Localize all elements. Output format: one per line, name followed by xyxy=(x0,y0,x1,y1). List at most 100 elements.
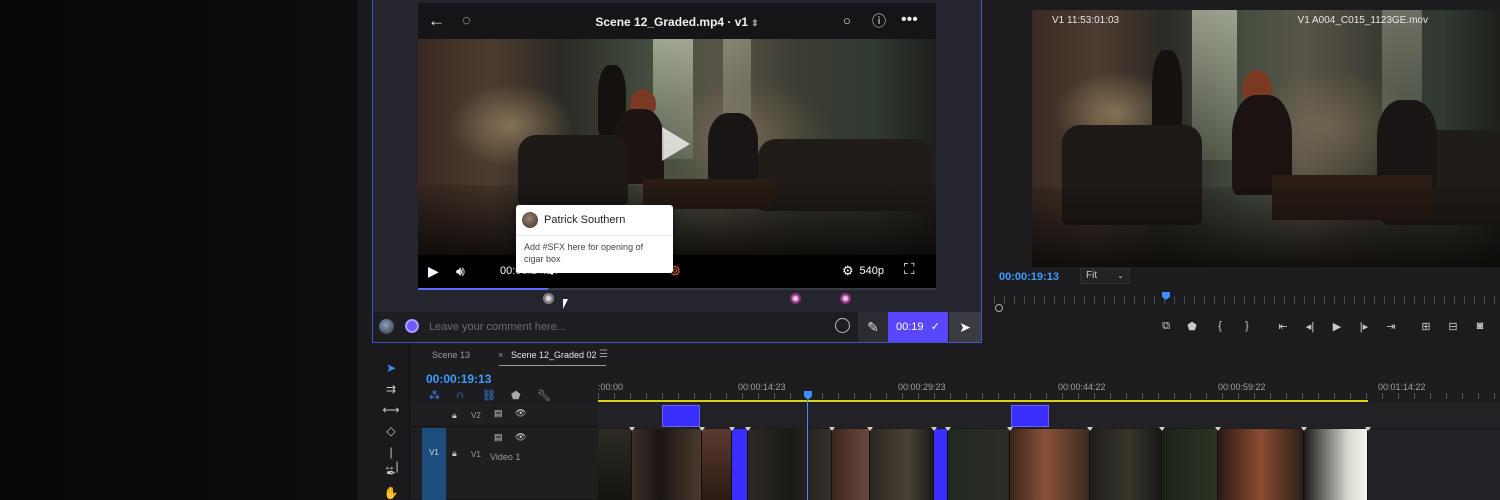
lock-icon[interactable]: 🔒︎ xyxy=(452,448,457,459)
player-controls: ▶ 🔊︎ 00:00:14:14 ⊚ ⚙ 540p ⛶ xyxy=(418,255,936,288)
video-clip[interactable] xyxy=(702,429,732,500)
ripple-edit-tool-icon[interactable]: ⟷ xyxy=(382,403,400,419)
divider xyxy=(516,235,673,236)
add-marker-icon[interactable]: ⬟ xyxy=(1184,320,1200,333)
step-forward-icon[interactable]: |▸ xyxy=(1356,320,1372,333)
track-header-v1: V1 🔒︎ V1 ▤ 👁︎ Video 1 xyxy=(410,428,598,500)
edit-point-marker xyxy=(1215,427,1221,431)
video-clip[interactable] xyxy=(870,429,934,500)
video-clip[interactable] xyxy=(1218,429,1304,500)
work-area-bar[interactable] xyxy=(598,400,1368,402)
send-button[interactable]: ➤ xyxy=(949,312,981,342)
close-tab-icon[interactable]: × xyxy=(498,350,503,360)
video-clip[interactable] xyxy=(598,429,632,500)
ruler-label: 00:00:29:23 xyxy=(898,382,946,392)
comment-popup[interactable]: Patrick Southern Add #SFX here for openi… xyxy=(516,205,673,273)
timecode-toggle-button[interactable]: 00:19 ✓ xyxy=(888,312,948,342)
privacy-toggle-icon[interactable] xyxy=(405,319,419,333)
comment-clip-v1[interactable] xyxy=(732,429,748,500)
play-icon[interactable]: ▶ xyxy=(1329,320,1345,333)
time-ruler[interactable] xyxy=(598,393,1498,399)
video-clip[interactable] xyxy=(1304,429,1368,500)
version-switch-icon[interactable]: ⇕ xyxy=(751,18,759,28)
program-timecode[interactable]: 00:00:19:13 xyxy=(999,271,1059,283)
comment-marker[interactable] xyxy=(790,293,801,304)
video-clip[interactable] xyxy=(1090,429,1162,500)
video-frame[interactable] xyxy=(418,39,936,255)
info-icon[interactable]: ⓘ xyxy=(872,12,886,30)
playhead-line xyxy=(807,400,808,500)
selection-tool-icon[interactable]: ➤ xyxy=(382,361,400,377)
play-icon[interactable]: ▶ xyxy=(428,263,439,280)
video-clip[interactable] xyxy=(748,429,832,500)
edit-point-marker xyxy=(931,427,937,431)
volume-icon[interactable]: 🔊︎ xyxy=(456,263,465,280)
tab-scene-12-graded-02[interactable]: Scene 12_Graded 02 xyxy=(511,350,597,360)
edit-point-marker xyxy=(745,427,751,431)
mark-out-icon[interactable]: } xyxy=(1239,320,1255,332)
comment-input[interactable] xyxy=(429,318,819,336)
play-overlay-icon[interactable] xyxy=(662,127,690,161)
extract-icon[interactable]: ⊟ xyxy=(1445,320,1461,333)
asset-title[interactable]: Scene 12_Graded.mp4 · v1 ⇕ xyxy=(418,15,936,29)
comment-marker[interactable] xyxy=(840,293,851,304)
panel-divider xyxy=(358,0,372,500)
sync-lock-icon[interactable]: ▤ xyxy=(494,432,503,443)
eye-icon[interactable]: 👁︎ xyxy=(515,432,526,443)
edit-point-marker xyxy=(829,427,835,431)
sequence-menu-icon[interactable]: ☰ xyxy=(599,349,608,360)
tab-scene-13[interactable]: Scene 13 xyxy=(432,350,470,360)
lift-icon[interactable]: ⊞ xyxy=(1418,320,1434,333)
draw-brush-button[interactable]: ✎ xyxy=(858,312,888,342)
video-clip[interactable] xyxy=(1010,429,1090,500)
fullscreen-icon[interactable]: ⛶ xyxy=(904,261,915,278)
emoji-icon[interactable] xyxy=(835,318,850,333)
track-select-tool-icon[interactable]: ⇉ xyxy=(382,382,400,398)
player-scrubber[interactable] xyxy=(418,288,936,290)
video-clip[interactable] xyxy=(832,429,870,500)
mark-in-icon[interactable]: { xyxy=(1212,320,1228,332)
track-v2[interactable] xyxy=(598,403,1500,428)
comment-clip[interactable] xyxy=(662,405,700,427)
wrench-icon[interactable]: 🔧︎ xyxy=(537,389,551,402)
compare-icon[interactable]: ⧉ xyxy=(1158,320,1174,333)
program-video[interactable]: V1 11:53:01:03 V1 A004_C015_1123GE.mov xyxy=(1032,10,1500,267)
active-tab-indicator xyxy=(499,365,606,366)
eye-icon[interactable]: 👁︎ xyxy=(515,408,526,419)
settings-gear-icon[interactable]: ⚙ xyxy=(842,263,854,279)
video-clip[interactable] xyxy=(1162,429,1218,500)
export-frame-icon[interactable]: ◙ xyxy=(1472,320,1488,332)
scene-floor xyxy=(1032,187,1500,267)
in-out-marker-icon[interactable] xyxy=(995,304,1003,312)
comment-marker[interactable] xyxy=(543,293,554,304)
go-to-out-icon[interactable]: ⇥ xyxy=(1383,320,1399,333)
slip-tool-icon[interactable]: |↔| xyxy=(382,445,400,473)
edit-point-marker xyxy=(867,427,873,431)
go-to-in-icon[interactable]: ⇤ xyxy=(1275,320,1291,333)
nest-icon[interactable]: ⁂ xyxy=(429,389,440,402)
video-clip[interactable] xyxy=(632,429,702,500)
lock-icon[interactable]: 🔒︎ xyxy=(452,410,457,421)
program-scrub-ruler[interactable] xyxy=(994,296,1500,304)
sync-lock-icon[interactable]: ▤ xyxy=(494,408,503,419)
video-clip[interactable] xyxy=(948,429,1010,500)
source-patch-v1[interactable]: V1 xyxy=(422,428,446,500)
circle-icon[interactable]: ○ xyxy=(843,12,851,30)
step-back-icon[interactable]: ◂| xyxy=(1302,320,1318,333)
snap-icon[interactable]: ∩ xyxy=(456,389,464,401)
razor-tool-icon[interactable]: ◇ xyxy=(382,424,400,440)
more-icon[interactable]: ••• xyxy=(901,11,918,29)
quality-label[interactable]: 540p xyxy=(860,265,884,277)
add-marker-icon[interactable]: ⬟ xyxy=(511,389,521,402)
scrubber-progress xyxy=(418,288,548,290)
linked-selection-icon[interactable]: ⛓ xyxy=(482,389,496,402)
pen-tool-icon[interactable]: ✒ xyxy=(382,466,400,482)
edit-point-marker xyxy=(729,427,735,431)
hand-tool-icon[interactable]: ✋ xyxy=(382,486,400,500)
comment-clip-v1[interactable] xyxy=(934,429,948,500)
mouse-cursor-icon xyxy=(563,299,573,309)
comment-clip[interactable] xyxy=(1011,405,1049,427)
timeline-timecode[interactable]: 00:00:19:13 xyxy=(426,372,491,386)
source-timecode: V1 11:53:01:03 xyxy=(1052,15,1120,26)
zoom-select[interactable]: Fit ⌄ xyxy=(1080,268,1130,284)
